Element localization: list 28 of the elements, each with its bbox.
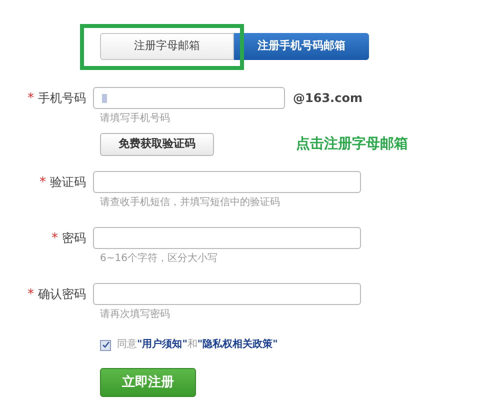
required-mark: * [28, 92, 34, 104]
check-icon [102, 341, 110, 349]
agreement-text: 同意 [117, 339, 137, 350]
domain-suffix: @163.com [293, 90, 362, 107]
agreement-link[interactable]: "隐私权相关政策" [197, 339, 278, 350]
input-field[interactable] [93, 171, 361, 193]
field-hint: 请填写手机号码 [100, 114, 170, 124]
agreement-text: 和 [187, 339, 198, 350]
field-hint: 请再次填写密码 [100, 310, 170, 320]
required-mark: * [28, 288, 34, 300]
get-code-button[interactable]: 免费获取验证码 [100, 133, 214, 156]
field-label: 确认密码 [38, 288, 86, 300]
field-label: 手机号码 [38, 92, 86, 104]
input-field[interactable] [93, 227, 361, 249]
text-cursor-icon [102, 94, 107, 102]
tab[interactable]: 注册手机号码邮箱 [234, 33, 369, 60]
phone-input[interactable] [93, 87, 285, 109]
field-label: 验证码 [50, 176, 86, 188]
input-field[interactable] [93, 283, 361, 305]
field-hint: 6~16个字符，区分大小写 [100, 254, 218, 264]
required-mark: * [52, 232, 58, 244]
field-label: 密码 [62, 232, 86, 244]
annotation-text: 点击注册字母邮箱 [296, 134, 408, 154]
tab[interactable]: 注册字母邮箱 [100, 33, 234, 60]
required-mark: * [40, 176, 46, 188]
agreement-link[interactable]: "用户须知" [137, 339, 188, 350]
field-hint: 请查收手机短信，并填写短信中的验证码 [100, 198, 280, 208]
checkbox[interactable] [100, 340, 111, 350]
